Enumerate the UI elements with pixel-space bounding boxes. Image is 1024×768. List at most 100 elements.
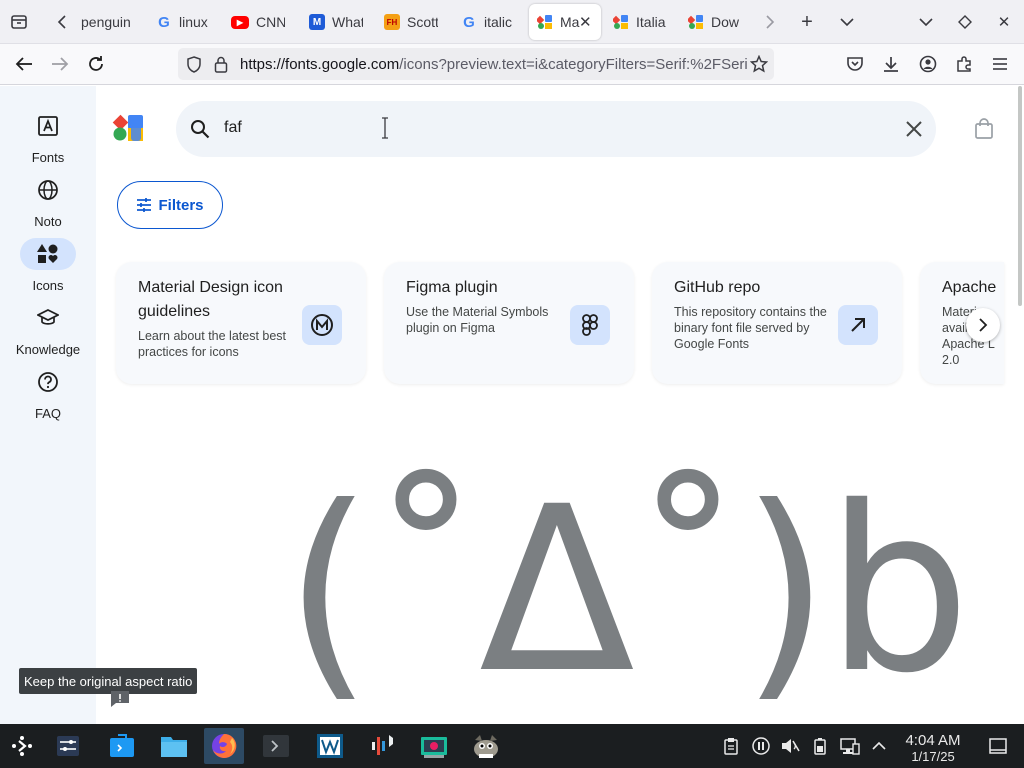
app-launcher-icon[interactable] xyxy=(2,728,42,764)
tune-icon xyxy=(137,198,152,212)
battery-icon[interactable] xyxy=(810,736,830,756)
google-fonts-favicon-icon xyxy=(688,14,704,30)
tab-linux[interactable]: G linux xyxy=(156,4,216,40)
shapes-icon xyxy=(20,238,76,270)
audio-editor-icon[interactable] xyxy=(362,728,402,764)
rail-item-noto[interactable]: Noto xyxy=(0,174,96,229)
new-tab-icon[interactable]: + xyxy=(797,11,817,33)
graduation-cap-icon xyxy=(20,302,76,334)
back-icon[interactable] xyxy=(14,54,34,74)
tab-material-active[interactable]: Ma ✕ xyxy=(529,4,601,40)
navigation-rail: Fonts Noto Icons Knowledge FAQ xyxy=(0,86,96,724)
chevron-right-icon xyxy=(979,318,988,332)
screenshot-tool-icon[interactable] xyxy=(414,728,454,764)
filters-label: Filters xyxy=(158,196,204,214)
file-manager-icon[interactable] xyxy=(154,728,194,764)
card-github-repo[interactable]: GitHub repo This repository contains the… xyxy=(652,262,902,384)
font-a-icon xyxy=(20,110,76,142)
network-icon[interactable] xyxy=(840,736,860,756)
rail-item-icons[interactable]: Icons xyxy=(0,238,96,293)
carousel-next-button[interactable] xyxy=(966,308,1000,342)
vscodium-icon[interactable] xyxy=(310,728,350,764)
close-window-icon[interactable]: ✕ xyxy=(994,12,1014,32)
media-pause-icon[interactable] xyxy=(751,736,771,756)
discover-store-icon[interactable] xyxy=(102,728,142,764)
close-tab-icon[interactable]: ✕ xyxy=(579,13,592,31)
clear-search-icon[interactable] xyxy=(905,120,923,143)
bookmark-star-icon[interactable] xyxy=(749,54,769,74)
shopping-bag-icon[interactable] xyxy=(974,118,994,145)
tab-italia[interactable]: Italia xyxy=(613,4,669,40)
gimp-icon[interactable] xyxy=(466,728,506,764)
card-material-guidelines[interactable]: Material Design icon guidelines Learn ab… xyxy=(116,262,366,384)
google-fonts-favicon-icon xyxy=(613,14,629,30)
tab-label: Scott xyxy=(407,14,438,30)
tab-italic[interactable]: G italic xyxy=(461,4,515,40)
terminal-icon[interactable] xyxy=(256,728,296,764)
tab-scott[interactable]: FH Scott xyxy=(384,4,438,40)
show-desktop-icon[interactable] xyxy=(988,736,1008,756)
tracking-protection-icon[interactable] xyxy=(186,56,202,78)
tab-cnn[interactable]: ▶ CNN xyxy=(231,4,285,40)
account-icon[interactable] xyxy=(918,54,938,74)
scroll-tabs-right-icon[interactable] xyxy=(760,12,780,32)
clock-date: 1/17/25 xyxy=(911,749,955,764)
tab-strip: penguin G linux ▶ CNN M What FH Scott G … xyxy=(0,0,1024,44)
app-menu-icon[interactable] xyxy=(990,54,1010,74)
rail-item-faq[interactable]: FAQ xyxy=(0,366,96,421)
site-favicon-icon: M xyxy=(309,14,325,30)
feedback-icon[interactable] xyxy=(110,690,130,713)
tab-dow[interactable]: Dow xyxy=(688,4,742,40)
downloads-icon[interactable] xyxy=(881,54,901,74)
firefox-icon[interactable] xyxy=(204,728,244,764)
card-title: GitHub repo xyxy=(674,279,761,296)
page-scrollbar[interactable] xyxy=(1018,86,1022,306)
tab-overview-icon[interactable] xyxy=(9,12,29,32)
tab-penguin[interactable]: penguin xyxy=(81,4,141,40)
filters-button[interactable]: Filters xyxy=(117,181,223,229)
clock[interactable]: 4:04 AM 1/17/25 xyxy=(896,732,970,764)
rail-item-knowledge[interactable]: Knowledge xyxy=(0,302,96,357)
list-all-tabs-icon[interactable] xyxy=(837,12,857,32)
tab-what[interactable]: M What xyxy=(309,4,363,40)
system-taskbar: 4:04 AM 1/17/25 xyxy=(0,724,1024,768)
tab-label: italic xyxy=(484,14,513,30)
clipboard-icon[interactable] xyxy=(721,736,741,756)
icon-preview-text: (˚Δ˚)b xyxy=(284,457,971,723)
arrow-outward-icon xyxy=(838,305,878,345)
search-input[interactable]: faf xyxy=(224,119,242,137)
url-text: https://fonts.google.com/icons?preview.t… xyxy=(240,56,748,73)
extensions-icon[interactable] xyxy=(954,54,974,74)
reload-icon[interactable] xyxy=(86,54,106,74)
tab-label: Ma xyxy=(560,14,580,30)
minimize-icon[interactable] xyxy=(916,12,936,32)
scroll-tabs-left-icon[interactable] xyxy=(52,12,72,32)
google-icon: G xyxy=(463,13,475,31)
system-settings-icon[interactable] xyxy=(48,728,88,764)
url-domain: https://fonts.google.com xyxy=(240,55,400,73)
maximize-icon[interactable] xyxy=(955,12,975,32)
card-description: This repository contains the binary font… xyxy=(674,305,827,351)
google-fonts-logo[interactable] xyxy=(112,114,146,147)
google-fonts-favicon-icon xyxy=(537,14,553,30)
card-title: Material Design icon guidelines xyxy=(138,279,283,320)
rail-item-fonts[interactable]: Fonts xyxy=(0,110,96,165)
search-icon xyxy=(190,119,210,144)
forward-icon[interactable] xyxy=(50,54,70,74)
tab-label: Italia xyxy=(636,14,666,30)
pocket-icon[interactable] xyxy=(845,54,865,74)
rail-label: Knowledge xyxy=(15,342,81,357)
search-bar[interactable]: faf xyxy=(176,101,936,157)
material-m-icon xyxy=(302,305,342,345)
rail-label: Noto xyxy=(34,214,62,229)
lock-icon[interactable] xyxy=(214,56,228,78)
rail-label: Icons xyxy=(32,278,64,293)
address-bar[interactable]: https://fonts.google.com/icons?preview.t… xyxy=(178,48,774,80)
system-tray-expand-icon[interactable] xyxy=(869,736,889,756)
fh-favicon-icon: FH xyxy=(384,14,400,30)
text-cursor-icon xyxy=(380,117,390,144)
volume-muted-icon[interactable] xyxy=(780,736,800,756)
clock-time: 4:04 AM xyxy=(905,732,961,749)
card-figma-plugin[interactable]: Figma plugin Use the Material Symbols pl… xyxy=(384,262,634,384)
globe-icon xyxy=(20,174,76,206)
